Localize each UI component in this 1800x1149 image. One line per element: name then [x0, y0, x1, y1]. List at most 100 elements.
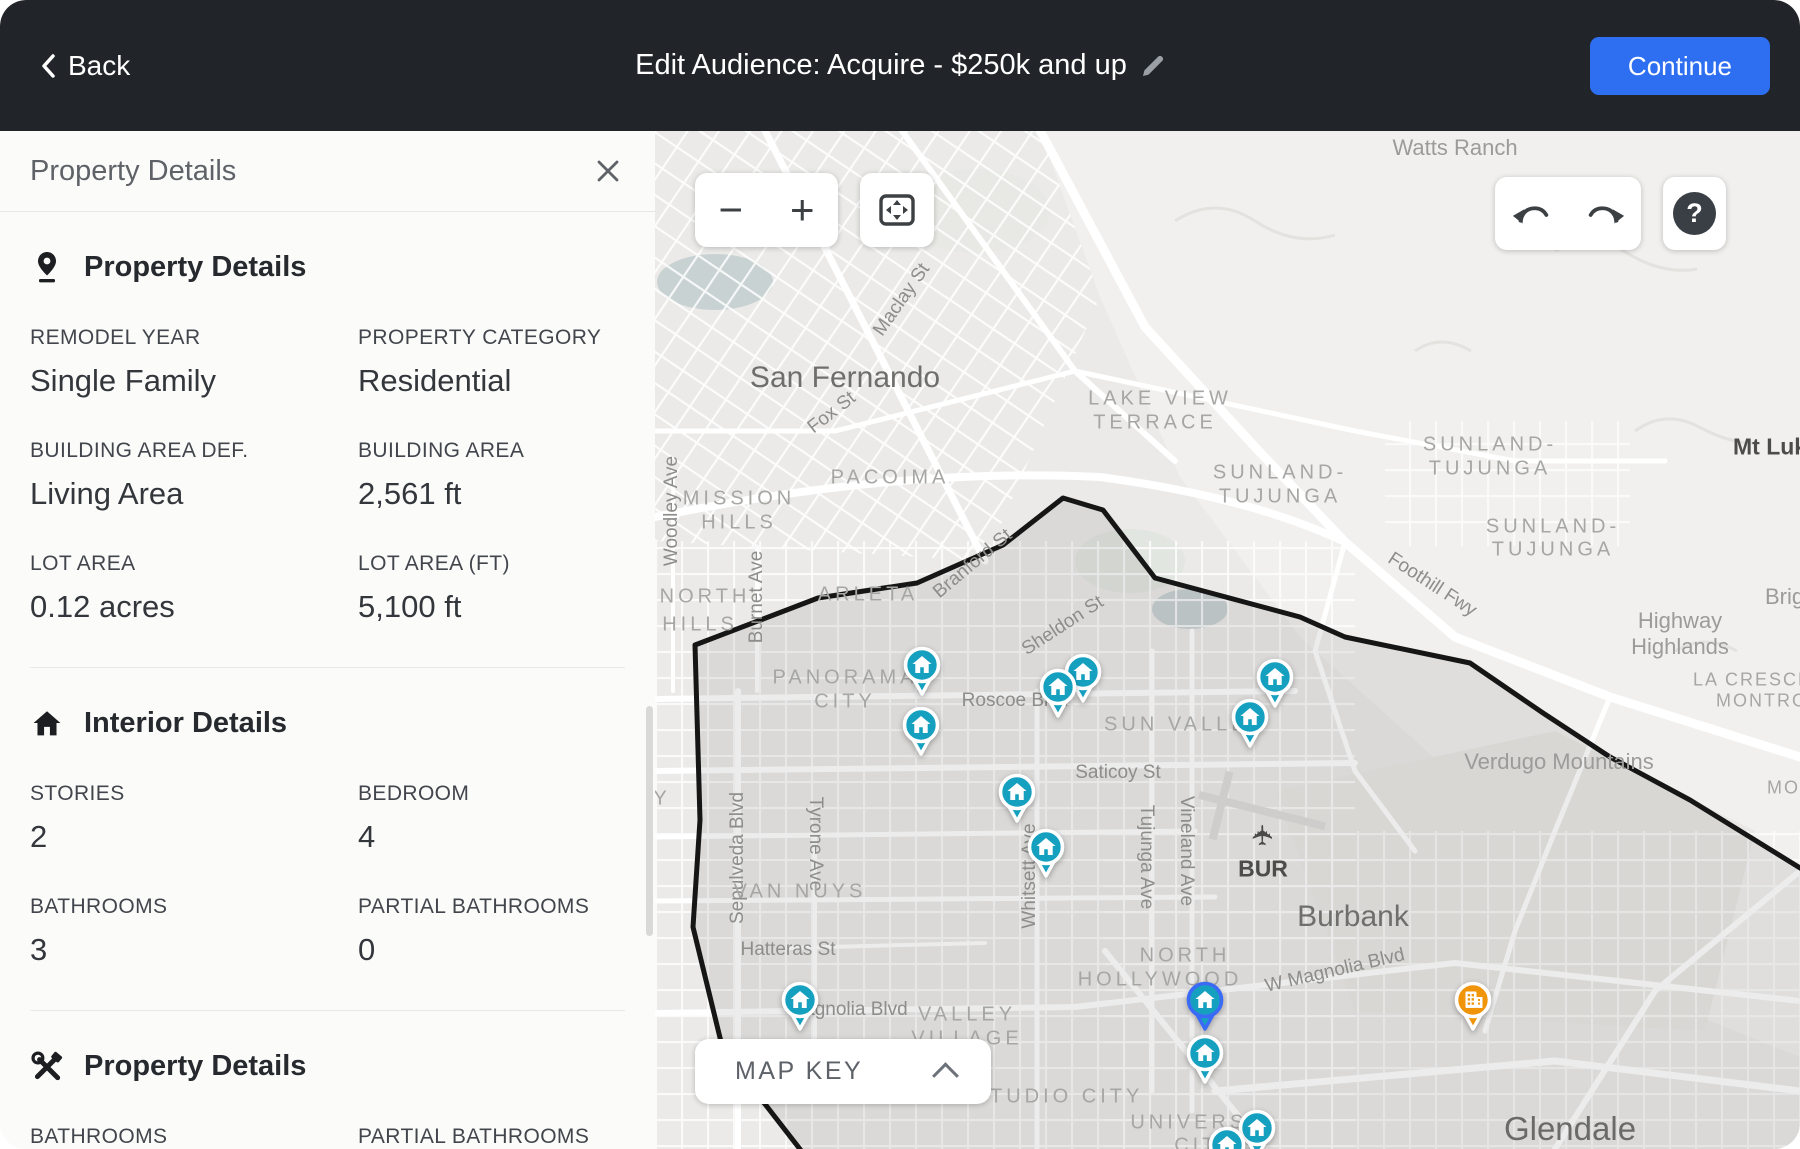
map-label: Vineland Ave	[1175, 796, 1197, 906]
field: BATHROOMS2	[30, 1125, 358, 1149]
field-value: 0	[358, 932, 625, 968]
handyman-icon	[30, 1049, 64, 1083]
undo-button[interactable]	[1495, 177, 1568, 250]
field: BUILDING AREA 2,561 ft	[358, 439, 625, 512]
field: BUILDING AREA DEF.Living Area	[30, 439, 358, 512]
map-pin-home[interactable]	[1179, 1031, 1231, 1093]
map-label: Highlands	[1631, 634, 1729, 660]
field: PARTIAL BATHROOMS0	[358, 1125, 625, 1149]
map-pin-building[interactable]	[1447, 978, 1499, 1040]
field-value: Single Family	[30, 363, 358, 399]
home-icon	[30, 706, 64, 740]
map-pin-home[interactable]	[895, 703, 947, 765]
top-bar: Back Edit Audience: Acquire - $250k and …	[0, 0, 1800, 131]
map-label: PACOIMA	[831, 467, 950, 490]
field-label: REMODEL YEAR	[30, 326, 358, 350]
field-value: 4	[358, 819, 625, 855]
fields-grid: REMODEL YEAR Single FamilyPROPERTY CATEGO…	[30, 286, 625, 625]
panel-header: Property Details	[0, 131, 655, 212]
chevron-up-icon	[932, 1062, 959, 1089]
page-title: Edit Audience: Acquire - $250k and up	[0, 0, 1800, 131]
map-label: TERRACE	[1093, 412, 1217, 435]
map-label: ARLETA	[818, 584, 918, 607]
map-label: NORTH	[1140, 945, 1231, 968]
map-label: VAN NUYS	[734, 881, 867, 904]
field: BEDROOM 4	[358, 782, 625, 855]
zoom-control: − +	[695, 173, 838, 247]
panel-title: Property Details	[30, 155, 236, 188]
field-label: BUILDING AREA	[358, 439, 625, 463]
field-label: BATHROOMS	[30, 895, 358, 919]
map-label: Tyrone Ave	[804, 797, 826, 892]
field-value: 2,561 ft	[358, 476, 625, 512]
map-pin-home[interactable]	[1224, 695, 1276, 757]
map-label: Watts Ranch	[1392, 135, 1517, 161]
map-label: Brig	[1765, 584, 1800, 610]
map-label: HILLS	[662, 614, 738, 637]
field-value: 3	[30, 932, 358, 968]
map-label: Glendale	[1504, 1110, 1636, 1148]
app-window: Back Edit Audience: Acquire - $250k and …	[0, 0, 1800, 1149]
field-value: 2	[30, 819, 358, 855]
map-pin-home[interactable]	[1201, 1123, 1253, 1149]
map-pin-home[interactable]	[991, 770, 1043, 832]
map-label: NORTH	[660, 586, 751, 609]
map-key-toggle[interactable]: MAP KEY	[695, 1039, 991, 1104]
panel-section: Property Details REMODEL YEAR Single Famil…	[30, 212, 625, 668]
redo-icon	[1584, 199, 1626, 229]
map-label: BUR	[1238, 856, 1288, 883]
map-label: SUNLAND-	[1486, 516, 1620, 539]
map-label: Hatteras St	[740, 939, 835, 961]
help-button[interactable]: ?	[1663, 177, 1726, 250]
map-label: MONTROSE	[1716, 691, 1800, 712]
field-value: Living Area	[30, 476, 358, 512]
map-label: Verdugo Mountains	[1464, 749, 1654, 775]
close-icon	[595, 158, 621, 184]
history-control	[1495, 177, 1641, 250]
section-title: Interior Details	[84, 707, 287, 740]
field-label: BEDROOM	[358, 782, 625, 806]
field-label: STORIES	[30, 782, 358, 806]
field-label: PARTIAL BATHROOMS	[358, 895, 625, 919]
field-value: 5,100 ft	[358, 589, 625, 625]
field-label: LOT AREA (FT)	[358, 552, 625, 576]
section-header: Property Details	[30, 250, 625, 284]
map-label: LAKE VIEW	[1088, 388, 1232, 411]
section-header: Property Details	[30, 1049, 625, 1083]
field-value: 0.12 acres	[30, 589, 358, 625]
fit-bounds-button[interactable]	[860, 173, 934, 247]
zoom-out-button[interactable]: −	[695, 173, 767, 247]
edit-pencil-icon[interactable]	[1141, 54, 1165, 78]
redo-button[interactable]	[1568, 177, 1641, 250]
map-label: MON	[1767, 778, 1800, 799]
map-canvas[interactable]: Watts RanchSan FernandoMaclay StFox StLA…	[655, 131, 1800, 1149]
field: PROPERTY CATEGORYResidential	[358, 326, 625, 399]
map-label: VALLEY	[918, 1004, 1016, 1027]
field-label: BATHROOMS	[30, 1125, 358, 1149]
map-pin-home[interactable]	[896, 643, 948, 705]
map-label: Woodley Ave	[661, 456, 683, 566]
map-label: Tujunga Ave	[1135, 805, 1157, 910]
close-panel-button[interactable]	[591, 154, 625, 188]
map-pin-home[interactable]	[1020, 825, 1072, 887]
zoom-in-button[interactable]: +	[767, 173, 839, 247]
field-value: Residential	[358, 363, 625, 399]
fields-grid: STORIES 2BEDROOM 4 BATHROOMS 3PARTIAL BATHRO…	[30, 742, 625, 968]
continue-button[interactable]: Continue	[1590, 37, 1770, 95]
panel-scrollbar[interactable]	[646, 706, 653, 936]
undo-icon	[1511, 199, 1553, 229]
fields-grid: BATHROOMS2PARTIAL BATHROOMS0	[30, 1085, 625, 1149]
map-pin-home[interactable]	[774, 978, 826, 1040]
section-title: Property Details	[84, 251, 306, 284]
map-label: Sepulveda Blvd	[727, 792, 749, 924]
map-pin-home[interactable]	[1032, 665, 1084, 727]
property-details-panel: Property Details Property DetailsREMODEL…	[0, 131, 655, 1149]
panel-body: Property Details REMODEL YEAR Single Famil…	[0, 212, 655, 1149]
map-label: Y	[655, 788, 671, 811]
map-label: MISSION	[683, 488, 795, 511]
map-label: SUNLAND-	[1213, 462, 1347, 485]
map-label: TUJUNGA	[1219, 486, 1341, 509]
pin-drop-icon	[30, 250, 64, 284]
map-label: Saticoy St	[1075, 762, 1161, 784]
map-label: Burbank	[1297, 900, 1409, 934]
